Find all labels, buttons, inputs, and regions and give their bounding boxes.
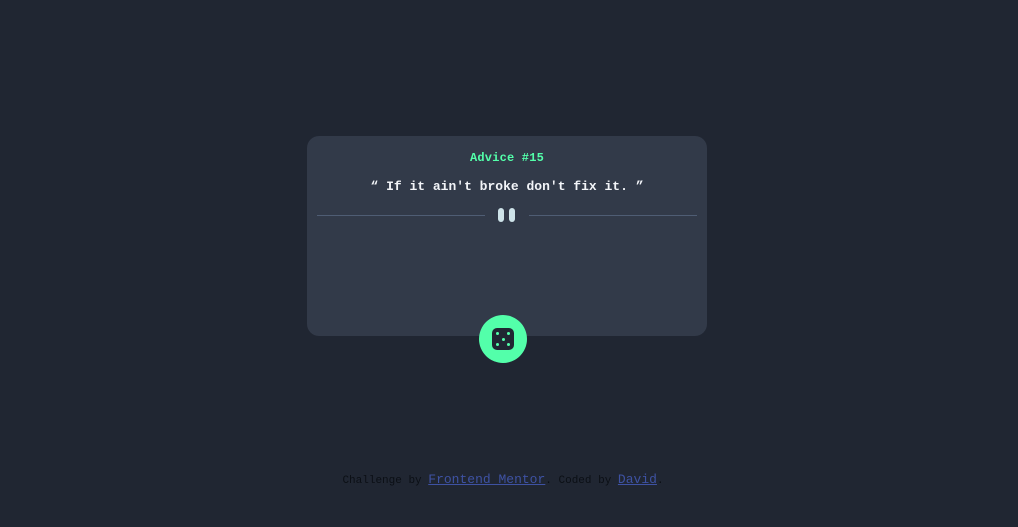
generate-advice-button[interactable]	[479, 315, 527, 363]
divider-line-left	[317, 215, 485, 216]
divider-line-right	[529, 215, 697, 216]
author-link[interactable]: David	[618, 472, 657, 487]
advice-number: Advice #15	[469, 151, 544, 165]
advice-text: “ If it ain't broke don't fix it. ”	[370, 179, 644, 194]
dice-icon	[492, 328, 514, 350]
attribution-middle: . Coded by	[545, 475, 618, 487]
divider	[317, 206, 697, 224]
pause-icon	[497, 208, 517, 222]
advice-card: Advice #15 “ If it ain't broke don't fix…	[307, 136, 707, 336]
attribution: Challenge by Frontend Mentor. Coded by D…	[0, 472, 1006, 487]
frontend-mentor-link[interactable]: Frontend Mentor	[428, 472, 545, 487]
attribution-prefix: Challenge by	[342, 475, 429, 487]
attribution-suffix: .	[656, 475, 664, 487]
